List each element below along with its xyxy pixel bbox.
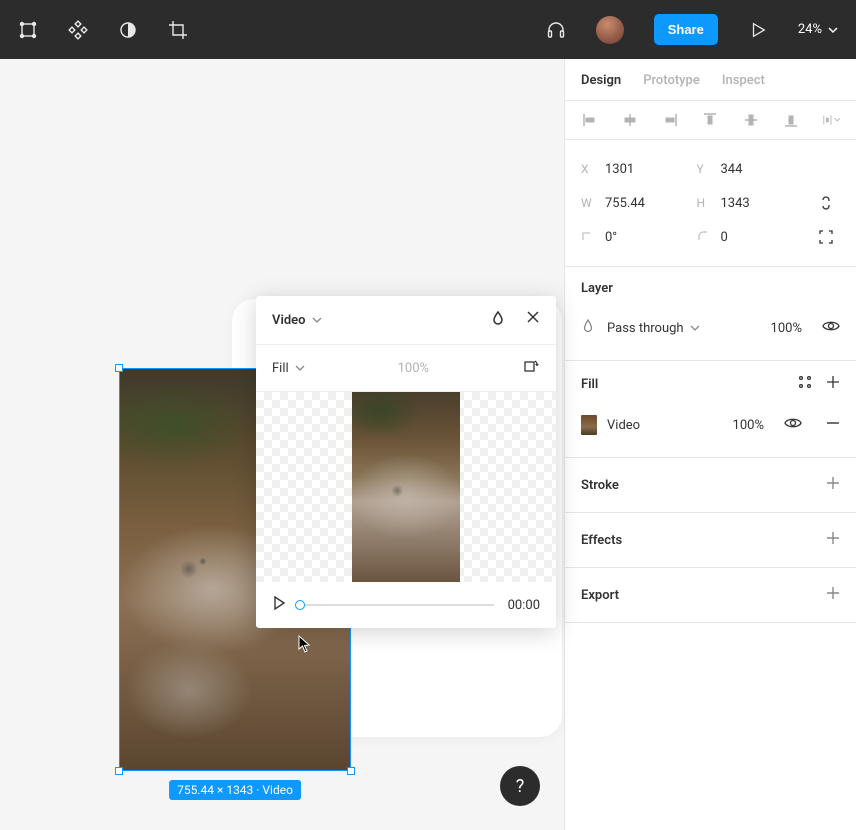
fill-opacity-value[interactable]: 100% xyxy=(398,361,429,376)
blend-mode-icon[interactable] xyxy=(490,310,506,330)
play-button-icon[interactable] xyxy=(272,596,286,614)
width-value[interactable]: 755.44 xyxy=(605,196,645,211)
resize-handle-bottom-right[interactable] xyxy=(347,767,355,775)
present-icon[interactable] xyxy=(748,20,768,40)
align-vcenter-icon[interactable] xyxy=(742,111,760,129)
independent-corners-icon[interactable] xyxy=(812,223,840,251)
remove-fill-icon[interactable] xyxy=(826,416,840,434)
resize-handle-top-left[interactable] xyxy=(115,364,123,372)
share-button[interactable]: Share xyxy=(654,14,718,45)
constrain-proportions-icon[interactable] xyxy=(812,189,840,217)
fill-visibility-eye-icon[interactable] xyxy=(784,416,802,434)
visibility-eye-icon[interactable] xyxy=(822,319,840,337)
mask-icon[interactable] xyxy=(118,20,138,40)
frame-tool-icon[interactable] xyxy=(18,20,38,40)
add-effect-icon[interactable] xyxy=(826,531,840,549)
x-label: X xyxy=(581,162,595,176)
fill-swatch-thumbnail[interactable] xyxy=(581,415,597,435)
radius-value[interactable]: 0 xyxy=(721,230,728,245)
fill-opacity-value[interactable]: 100% xyxy=(733,418,764,433)
user-avatar[interactable] xyxy=(596,16,624,44)
close-icon[interactable] xyxy=(526,310,540,330)
rotation-icon xyxy=(581,230,595,245)
effects-section-title[interactable]: Effects xyxy=(581,533,622,548)
headphones-icon[interactable] xyxy=(546,20,566,40)
popover-title-dropdown[interactable]: Video xyxy=(272,313,322,328)
rotation-value[interactable]: 0° xyxy=(605,230,617,245)
video-preview-thumbnail xyxy=(352,392,460,582)
video-fill-popover: Video Fill 100% xyxy=(256,296,556,628)
video-time-readout: 00:00 xyxy=(508,598,540,613)
scrubber-knob[interactable] xyxy=(295,600,305,610)
selection-dimensions-pill: 755.44 × 1343 · Video xyxy=(169,780,301,800)
help-button[interactable]: ? xyxy=(500,766,540,806)
tab-design[interactable]: Design xyxy=(581,73,621,88)
height-value[interactable]: 1343 xyxy=(721,196,750,211)
y-value[interactable]: 344 xyxy=(721,162,743,177)
align-right-icon[interactable] xyxy=(661,111,679,129)
distribute-dropdown-icon[interactable] xyxy=(822,111,840,129)
blend-mode-dropdown[interactable]: Pass through xyxy=(607,321,761,336)
tab-inspect[interactable]: Inspect xyxy=(722,73,765,88)
blend-drop-icon xyxy=(581,319,597,337)
align-hcenter-icon[interactable] xyxy=(621,111,639,129)
zoom-dropdown[interactable]: 24% xyxy=(798,22,838,37)
x-value[interactable]: 1301 xyxy=(605,162,634,177)
fill-styles-icon[interactable] xyxy=(798,375,812,393)
fill-item-label[interactable]: Video xyxy=(607,418,723,433)
fill-mode-dropdown[interactable]: Fill xyxy=(272,361,305,376)
layer-section-title: Layer xyxy=(581,281,613,296)
y-label: Y xyxy=(697,162,711,176)
add-stroke-icon[interactable] xyxy=(826,476,840,494)
align-left-icon[interactable] xyxy=(581,111,599,129)
rotate-crop-icon[interactable] xyxy=(522,357,540,379)
add-fill-icon[interactable] xyxy=(826,375,840,393)
video-preview-area[interactable] xyxy=(256,392,556,582)
export-section-title[interactable]: Export xyxy=(581,588,619,603)
layer-opacity-value[interactable]: 100% xyxy=(771,321,802,336)
zoom-value: 24% xyxy=(798,22,822,37)
cursor-pointer-icon xyxy=(298,635,312,653)
video-scrubber-track[interactable] xyxy=(300,604,494,606)
radius-icon xyxy=(697,230,711,245)
fill-section-title: Fill xyxy=(581,377,598,392)
align-bottom-icon[interactable] xyxy=(782,111,800,129)
tab-prototype[interactable]: Prototype xyxy=(643,73,700,88)
align-top-icon[interactable] xyxy=(701,111,719,129)
resize-handle-bottom-left[interactable] xyxy=(115,767,123,775)
crop-icon[interactable] xyxy=(168,20,188,40)
height-label: H xyxy=(697,196,711,210)
add-export-icon[interactable] xyxy=(826,586,840,604)
stroke-section-title[interactable]: Stroke xyxy=(581,478,619,493)
width-label: W xyxy=(581,196,595,210)
components-icon[interactable] xyxy=(68,20,88,40)
